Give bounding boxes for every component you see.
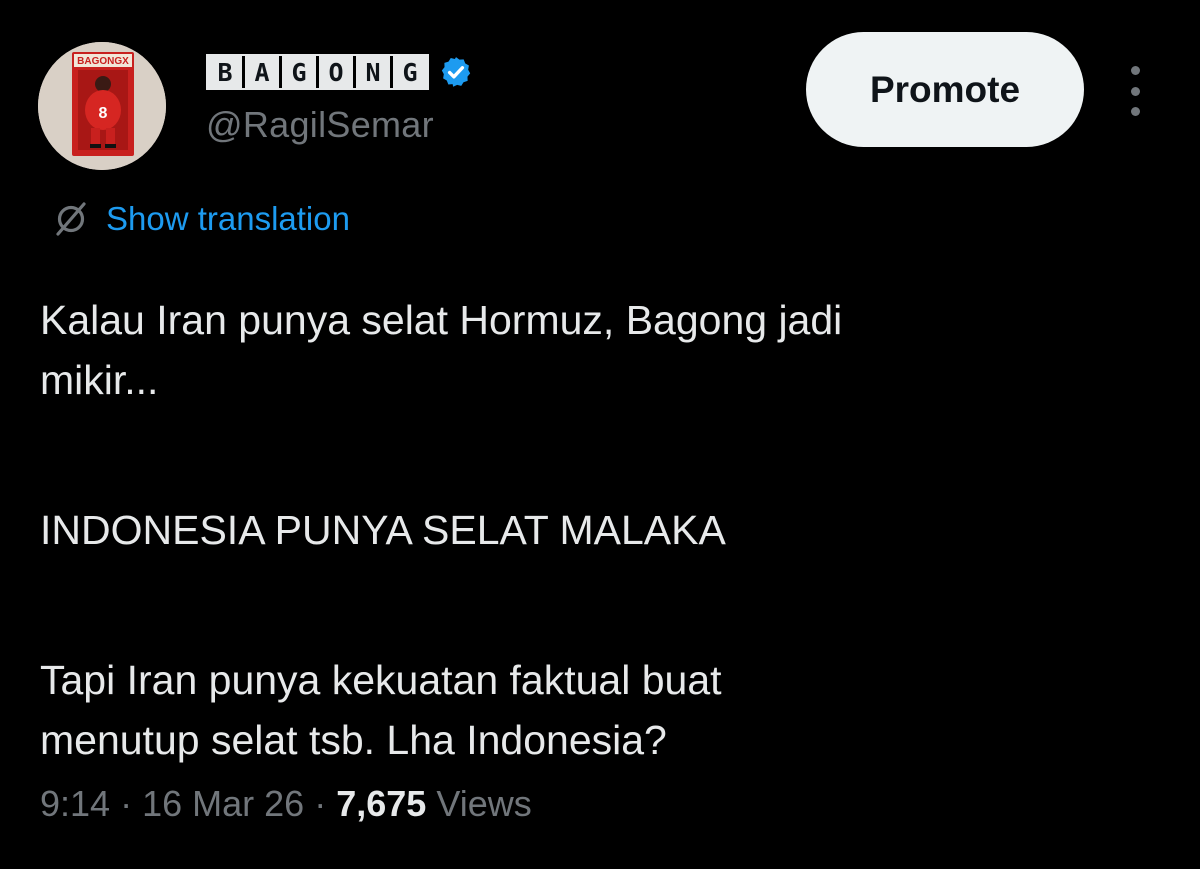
- display-name-letter: G: [390, 56, 427, 88]
- show-translation-label: Show translation: [106, 200, 350, 237]
- more-dot: [1130, 66, 1140, 75]
- verified-badge-icon[interactable]: [439, 55, 473, 89]
- meta-separator: ·: [120, 783, 133, 824]
- more-dot: [1130, 86, 1140, 96]
- tweet-meta: 9:14 · 16 Mar 26 · 7,675 Views: [40, 783, 532, 825]
- avatar-jersey-number: 8: [99, 105, 108, 122]
- tweet-line: Kalau Iran punya selat Hormuz, Bagong ja…: [40, 297, 843, 343]
- more-dot: [1130, 107, 1140, 116]
- more-vertical-icon[interactable]: [1120, 66, 1150, 116]
- display-name-letter: B: [208, 56, 242, 88]
- promote-button[interactable]: Promote: [806, 32, 1084, 147]
- tweet-line: menutup selat tsb. Lha Indonesia?: [40, 717, 667, 763]
- tweet-date[interactable]: 16 Mar 26: [142, 783, 304, 824]
- meta-separator: ·: [314, 783, 327, 824]
- tweet-line: INDONESIA PUNYA SELAT MALAKA: [40, 507, 726, 553]
- tweet-time[interactable]: 9:14: [40, 783, 110, 824]
- author-handle[interactable]: @RagilSemar: [206, 104, 434, 146]
- avatar-brand-text: BAGONGX: [77, 56, 129, 67]
- author-display-name[interactable]: B A G O N G: [206, 54, 429, 90]
- tweet-text: Kalau Iran punya selat Hormuz, Bagong ja…: [40, 290, 1160, 770]
- views-count[interactable]: 7,675: [336, 783, 426, 824]
- avatar-image: BAGONGX 8: [38, 42, 166, 170]
- display-name-letter: O: [316, 56, 353, 88]
- tweet-paragraph: Kalau Iran punya selat Hormuz, Bagong ja…: [40, 290, 1160, 410]
- display-name-letter: G: [279, 56, 316, 88]
- views-label[interactable]: Views: [436, 783, 531, 824]
- display-name-letter: N: [353, 56, 390, 88]
- display-name-letter: A: [242, 56, 279, 88]
- translate-icon: [56, 202, 86, 236]
- show-translation-link[interactable]: Show translation: [50, 196, 350, 242]
- tweet-paragraph: INDONESIA PUNYA SELAT MALAKA: [40, 500, 1160, 560]
- tweet-paragraph: Tapi Iran punya kekuatan faktual buat me…: [40, 650, 1160, 770]
- author-name-row: B A G O N G: [206, 52, 473, 92]
- tweet-line: Tapi Iran punya kekuatan faktual buat: [40, 657, 722, 703]
- avatar[interactable]: BAGONGX 8: [38, 42, 166, 170]
- tweet-line: mikir...: [40, 357, 159, 403]
